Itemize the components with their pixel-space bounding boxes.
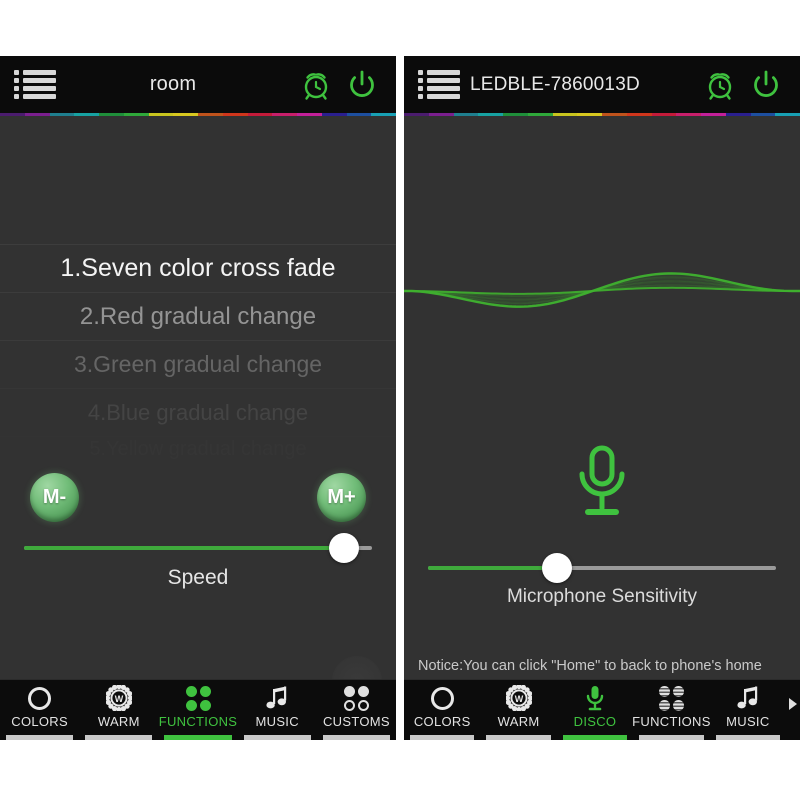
tab-label: MUSIC bbox=[255, 714, 299, 729]
left-tab-bar: COLORS W WARM FUNCTIONS MUSIC CUSTOMS bbox=[0, 679, 396, 740]
speed-slider-track[interactable] bbox=[24, 533, 372, 563]
svg-text:W: W bbox=[115, 694, 124, 704]
four-dots-icon bbox=[185, 685, 211, 711]
tab-customs[interactable]: CUSTOMS bbox=[317, 680, 396, 740]
warm-sun-w-icon: W bbox=[105, 685, 132, 711]
tab-label: FUNCTIONS bbox=[158, 714, 238, 729]
mode-minus-button[interactable]: M- bbox=[30, 473, 79, 522]
left-body: 1.Seven color cross fade 2.Red gradual c… bbox=[0, 116, 396, 706]
right-tab-bar: COLORS W WARM DISCO FUNCTIONS MUSIC bbox=[404, 679, 800, 740]
tab-warm[interactable]: W WARM bbox=[79, 680, 158, 740]
speed-slider-thumb[interactable] bbox=[329, 533, 360, 563]
mic-slider-fill bbox=[428, 566, 557, 570]
tab-underline bbox=[164, 735, 232, 740]
screenshot-root: room 1.Seven color cross fade 2.Red grad… bbox=[0, 0, 800, 800]
right-body: Microphone Sensitivity Notice:You can cl… bbox=[404, 116, 800, 715]
microphone-sensitivity-slider[interactable]: Microphone Sensitivity bbox=[404, 553, 800, 608]
tab-label: MUSIC bbox=[726, 714, 770, 729]
music-note-icon bbox=[265, 685, 289, 711]
tab-disco[interactable]: DISCO bbox=[557, 680, 633, 740]
speed-slider[interactable]: Speed bbox=[0, 533, 396, 590]
tab-underline bbox=[410, 735, 475, 740]
svg-text:W: W bbox=[514, 694, 523, 704]
tab-underline bbox=[486, 735, 551, 740]
mic-slider-label: Microphone Sensitivity bbox=[506, 586, 698, 607]
tab-label: COLORS bbox=[11, 714, 68, 729]
four-striped-dots-icon bbox=[658, 685, 684, 711]
ring-icon bbox=[28, 685, 52, 711]
speed-slider-fill bbox=[24, 546, 345, 550]
mode-plus-button[interactable]: M+ bbox=[317, 473, 366, 522]
alarm-clock-icon[interactable] bbox=[296, 65, 336, 105]
function-mode-list: 1.Seven color cross fade 2.Red gradual c… bbox=[0, 244, 396, 462]
list-menu-icon[interactable] bbox=[418, 69, 460, 100]
mic-slider-track[interactable] bbox=[428, 553, 776, 583]
list-item[interactable]: 5.Yellow gradual change bbox=[0, 436, 396, 462]
power-icon[interactable] bbox=[342, 65, 382, 105]
page-title: room bbox=[149, 73, 197, 95]
right-phone-panel: LEDBLE-7860013D Microphone Sensitivity N… bbox=[404, 56, 800, 740]
tab-underline bbox=[639, 735, 704, 740]
list-item[interactable]: 2.Red gradual change bbox=[0, 292, 396, 340]
list-item[interactable]: 4.Blue gradual change bbox=[0, 388, 396, 436]
tab-warm[interactable]: W WARM bbox=[480, 680, 556, 740]
chevron-right-icon[interactable] bbox=[786, 680, 800, 740]
tab-colors[interactable]: COLORS bbox=[0, 680, 79, 740]
left-header-bar: room bbox=[0, 56, 396, 113]
music-note-icon bbox=[736, 685, 760, 711]
speed-slider-label: Speed bbox=[167, 566, 229, 589]
tab-underline bbox=[715, 735, 781, 740]
right-header-bar: LEDBLE-7860013D bbox=[404, 56, 800, 113]
list-item[interactable]: 1.Seven color cross fade bbox=[0, 244, 396, 292]
alarm-clock-icon[interactable] bbox=[700, 65, 740, 105]
tab-functions[interactable]: FUNCTIONS bbox=[158, 680, 237, 740]
tab-music[interactable]: MUSIC bbox=[238, 680, 317, 740]
tab-underline bbox=[322, 735, 391, 740]
microphone-icon bbox=[586, 685, 604, 711]
warm-sun-w-icon: W bbox=[505, 685, 532, 711]
ring-icon bbox=[430, 685, 454, 711]
tab-functions[interactable]: FUNCTIONS bbox=[632, 680, 711, 740]
tab-label: WARM bbox=[97, 714, 140, 729]
tab-underline bbox=[562, 735, 628, 740]
tab-colors[interactable]: COLORS bbox=[404, 680, 480, 740]
tab-underline bbox=[85, 735, 153, 740]
tab-music[interactable]: MUSIC bbox=[710, 680, 786, 740]
mic-slider-thumb[interactable] bbox=[541, 553, 572, 583]
tab-label: CUSTOMS bbox=[322, 714, 390, 729]
tab-label: FUNCTIONS bbox=[632, 714, 711, 729]
power-icon[interactable] bbox=[746, 65, 786, 105]
tab-label: COLORS bbox=[413, 714, 471, 729]
tab-label: WARM bbox=[497, 714, 540, 729]
audio-waveform bbox=[404, 236, 800, 346]
customs-dots-icon bbox=[343, 685, 369, 711]
list-item[interactable]: 3.Green gradual change bbox=[0, 340, 396, 388]
page-title: LEDBLE-7860013D bbox=[470, 73, 640, 95]
list-menu-icon[interactable] bbox=[14, 69, 56, 100]
tab-underline bbox=[6, 735, 74, 740]
microphone-icon bbox=[404, 444, 800, 524]
tab-underline bbox=[243, 735, 311, 740]
left-phone-panel: room 1.Seven color cross fade 2.Red grad… bbox=[0, 56, 396, 740]
tab-label: DISCO bbox=[573, 714, 617, 729]
